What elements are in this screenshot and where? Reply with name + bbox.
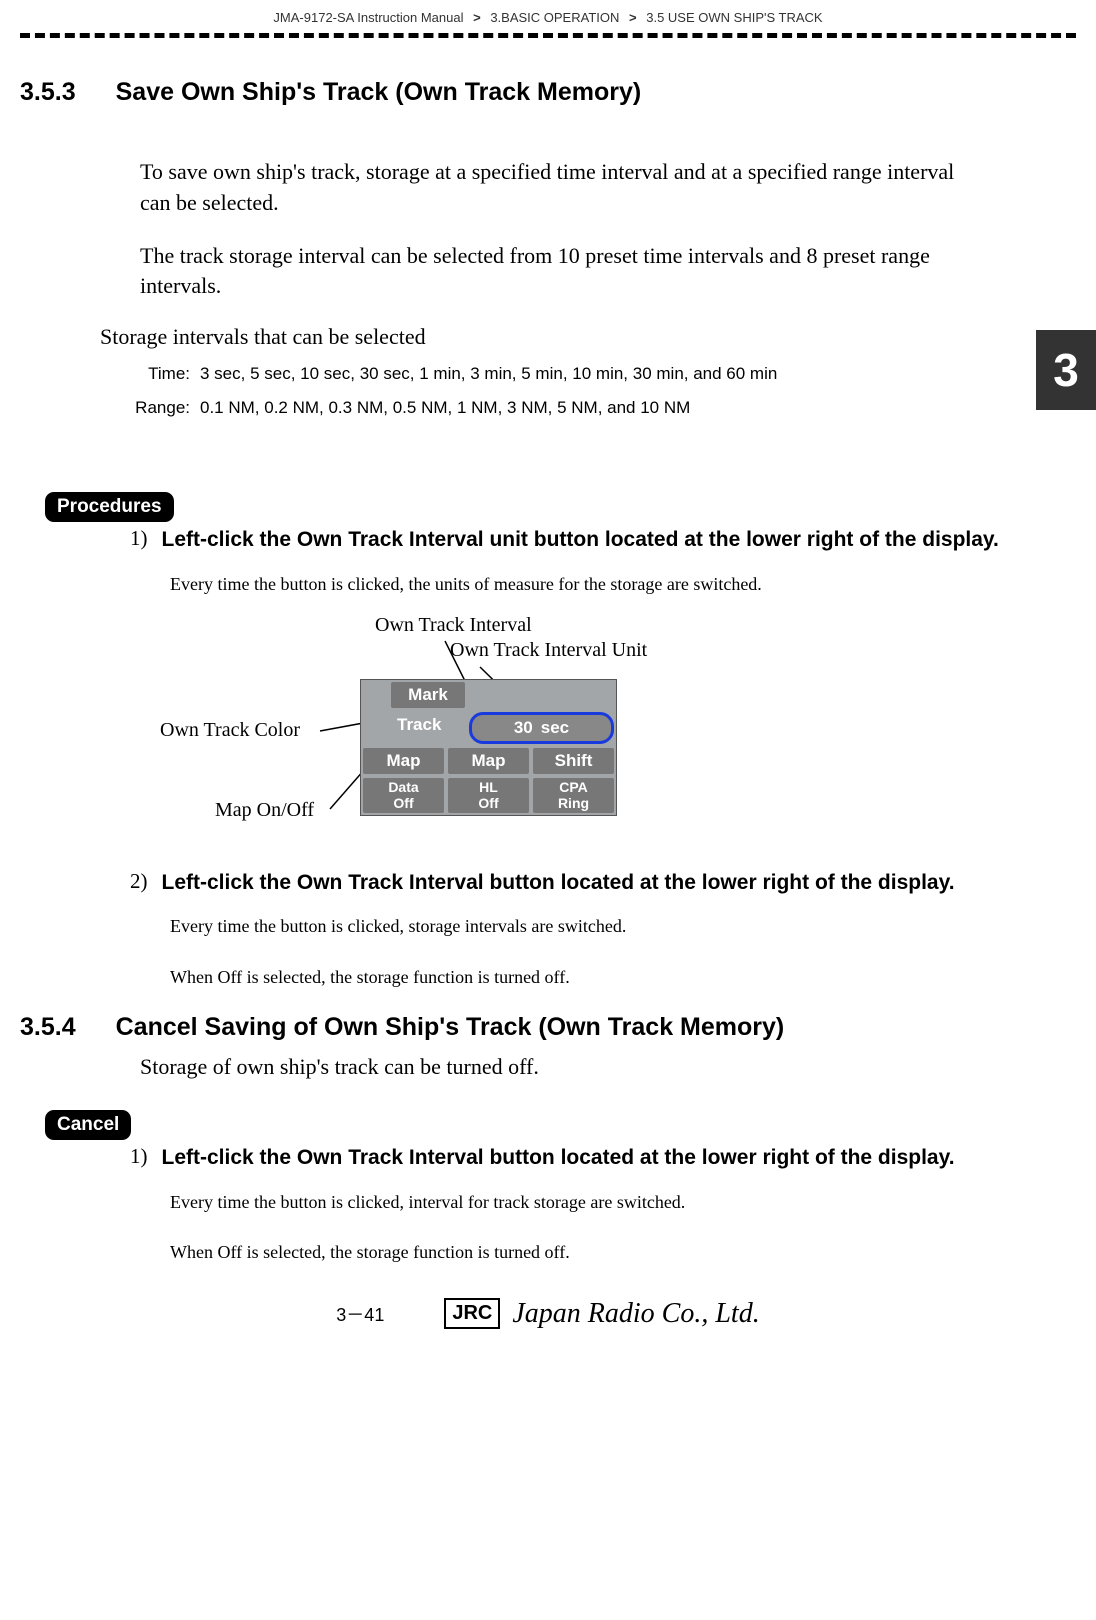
cancel-step-1: 1) Left-click the Own Track Interval but… [130,1144,1006,1172]
procedures-badge: Procedures [45,492,174,522]
ui-panel: Mark Track 30 sec Map Map Shift Data Off [360,679,617,816]
section-354-title: Cancel Saving of Own Ship's Track (Own T… [116,1013,785,1042]
breadcrumb-chapter: 3.BASIC OPERATION [490,10,619,25]
time-label: Time: [130,364,190,384]
hl-off-l1: HL [479,779,498,795]
cpa-ring-l2: Ring [558,795,589,811]
section-353-p1: To save own ship's track, storage at a s… [140,157,966,219]
own-track-interval-value: 30 [514,718,533,738]
range-values: 0.1 NM, 0.2 NM, 0.3 NM, 0.5 NM, 1 NM, 3 … [200,398,690,418]
procedure-step-2-note-2: When Off is selected, the storage functi… [170,962,996,993]
section-353-number: 3.5.3 [20,78,76,107]
storage-intervals-subhead: Storage intervals that can be selected [100,324,1076,350]
section-354-heading: 3.5.4 Cancel Saving of Own Ship's Track … [20,1013,1076,1042]
breadcrumb-section: 3.5 USE OWN SHIP'S TRACK [646,10,822,25]
data-off-button[interactable]: Data Off [363,778,444,813]
breadcrumb: JMA-9172-SA Instruction Manual > 3.BASIC… [20,10,1076,25]
footer: 3－41 JRC Japan Radio Co., Ltd. [20,1298,1076,1330]
hl-off-button[interactable]: HL Off [448,778,529,813]
procedure-step-1: 1) Left-click the Own Track Interval uni… [130,526,1006,554]
track-label: Track [391,712,465,744]
cancel-badge: Cancel [45,1110,131,1140]
section-354-number: 3.5.4 [20,1013,76,1042]
breadcrumb-sep: > [629,10,637,25]
procedure-step-1-note: Every time the button is clicked, the un… [170,569,996,600]
data-off-l1: Data [388,779,418,795]
section-353-p2: The track storage interval can be select… [140,241,966,303]
section-353-title: Save Own Ship's Track (Own Track Memory) [116,78,642,107]
section-354-p1: Storage of own ship's track can be turne… [140,1052,966,1083]
cancel-step-1-note-1: Every time the button is clicked, interv… [170,1187,996,1218]
shift-button[interactable]: Shift [533,748,614,774]
own-track-interval-unit[interactable]: sec [541,718,569,738]
procedure-step-2: 2) Left-click the Own Track Interval but… [130,869,1006,897]
procedure-step-2-title: Left-click the Own Track Interval button… [162,869,955,897]
cancel-step-1-title: Left-click the Own Track Interval button… [162,1144,955,1172]
hl-off-l2: Off [478,795,498,811]
chapter-tab: 3 [1036,330,1096,410]
procedure-step-2-note-1: Every time the button is clicked, storag… [170,911,996,942]
procedure-step-2-number: 2) [130,869,148,897]
page-number: 3－41 [336,1301,384,1327]
range-intervals-row: Range: 0.1 NM, 0.2 NM, 0.3 NM, 0.5 NM, 1… [130,398,1076,418]
section-353-heading: 3.5.3 Save Own Ship's Track (Own Track M… [20,78,1076,107]
procedure-step-1-title: Left-click the Own Track Interval unit b… [162,526,999,554]
jrc-company-name: Japan Radio Co., Ltd. [512,1298,759,1330]
map-button-2[interactable]: Map [448,748,529,774]
cpa-ring-l1: CPA [559,779,588,795]
own-track-interval-button[interactable]: 30 sec [469,712,614,744]
procedure-step-1-number: 1) [130,526,148,554]
time-intervals-row: Time: 3 sec, 5 sec, 10 sec, 30 sec, 1 mi… [130,364,1076,384]
cancel-step-1-number: 1) [130,1144,148,1172]
time-values: 3 sec, 5 sec, 10 sec, 30 sec, 1 min, 3 m… [200,364,777,384]
cpa-ring-button[interactable]: CPA Ring [533,778,614,813]
map-button-1[interactable]: Map [363,748,444,774]
breadcrumb-manual: JMA-9172-SA Instruction Manual [273,10,463,25]
range-label: Range: [130,398,190,418]
data-off-l2: Off [393,795,413,811]
breadcrumb-sep: > [473,10,481,25]
cancel-step-1-note-2: When Off is selected, the storage functi… [170,1237,996,1268]
diagram: Own Track Interval Own Track Interval Un… [160,619,790,839]
jrc-logo-icon: JRC [444,1298,500,1329]
mark-button[interactable]: Mark [391,682,465,708]
divider [20,33,1076,38]
